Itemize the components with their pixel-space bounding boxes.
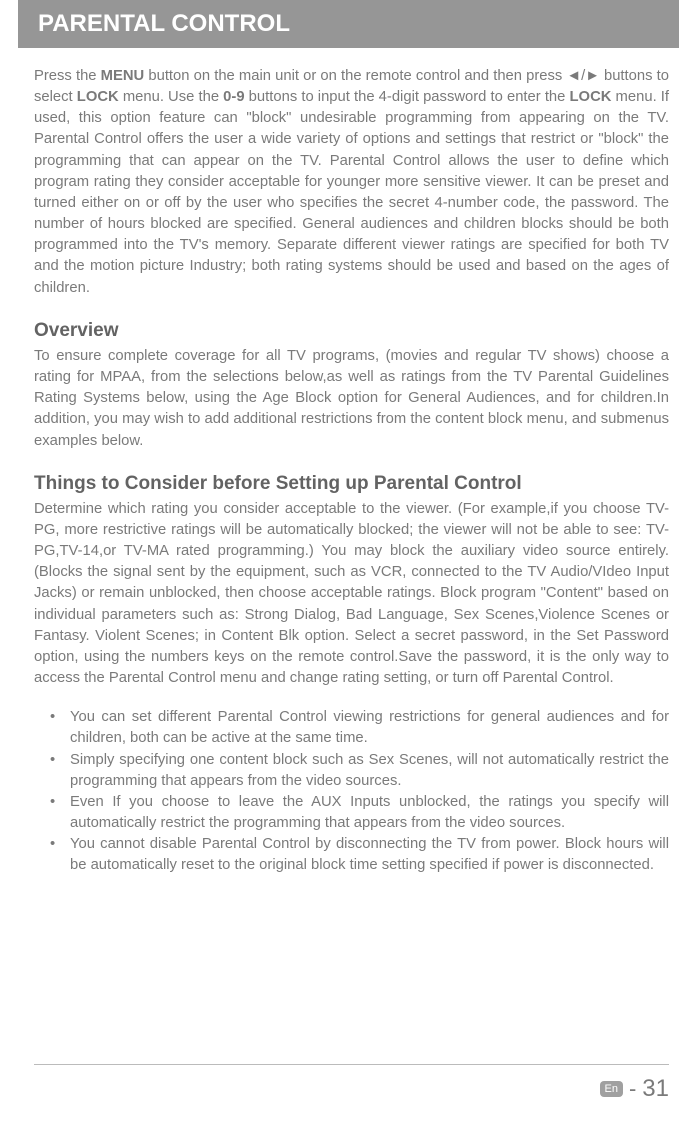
bullet-text: Even If you choose to leave the AUX Inpu… <box>70 792 669 834</box>
intro-lock1-bold: LOCK <box>77 89 119 105</box>
intro-text-1: Press the <box>34 68 101 84</box>
intro-menu-bold: MENU <box>101 68 145 84</box>
bullet-text: You can set different Parental Control v… <box>70 707 669 749</box>
overview-text: To ensure complete coverage for all TV p… <box>34 346 669 452</box>
intro-lock2-bold: LOCK <box>570 89 612 105</box>
bullet-list: • You can set different Parental Control… <box>34 707 669 876</box>
footer-divider <box>34 1064 669 1065</box>
bullet-dot-icon: • <box>50 707 70 749</box>
overview-heading: Overview <box>34 317 669 344</box>
bullet-item: • You cannot disable Parental Control by… <box>50 834 669 876</box>
bullet-dot-icon: • <box>50 750 70 792</box>
language-badge: En <box>600 1081 623 1097</box>
consider-heading: Things to Consider before Setting up Par… <box>34 470 669 497</box>
bullet-text: Simply specifying one content block such… <box>70 750 669 792</box>
intro-text-4: buttons to input the 4-digit password to… <box>245 89 570 105</box>
consider-text: Determine which rating you consider acce… <box>34 499 669 689</box>
header-title: PARENTAL CONTROL <box>38 10 290 37</box>
page-footer: En - 31 <box>600 1075 670 1103</box>
bullet-dot-icon: • <box>50 792 70 834</box>
bullet-text: You cannot disable Parental Control by d… <box>70 834 669 876</box>
page-dash: - <box>629 1076 636 1102</box>
bullet-dot-icon: • <box>50 834 70 876</box>
page-content: Press the MENU button on the main unit o… <box>0 48 697 876</box>
bullet-item: • Simply specifying one content block su… <box>50 750 669 792</box>
intro-text-5: menu. If used, this option feature can "… <box>34 89 669 295</box>
intro-digits-bold: 0-9 <box>223 89 244 105</box>
intro-paragraph: Press the MENU button on the main unit o… <box>34 66 669 299</box>
section-header: PARENTAL CONTROL <box>18 0 679 48</box>
intro-text-3: menu. Use the <box>119 89 223 105</box>
page-number: 31 <box>642 1075 669 1103</box>
bullet-item: • You can set different Parental Control… <box>50 707 669 749</box>
bullet-item: • Even If you choose to leave the AUX In… <box>50 792 669 834</box>
